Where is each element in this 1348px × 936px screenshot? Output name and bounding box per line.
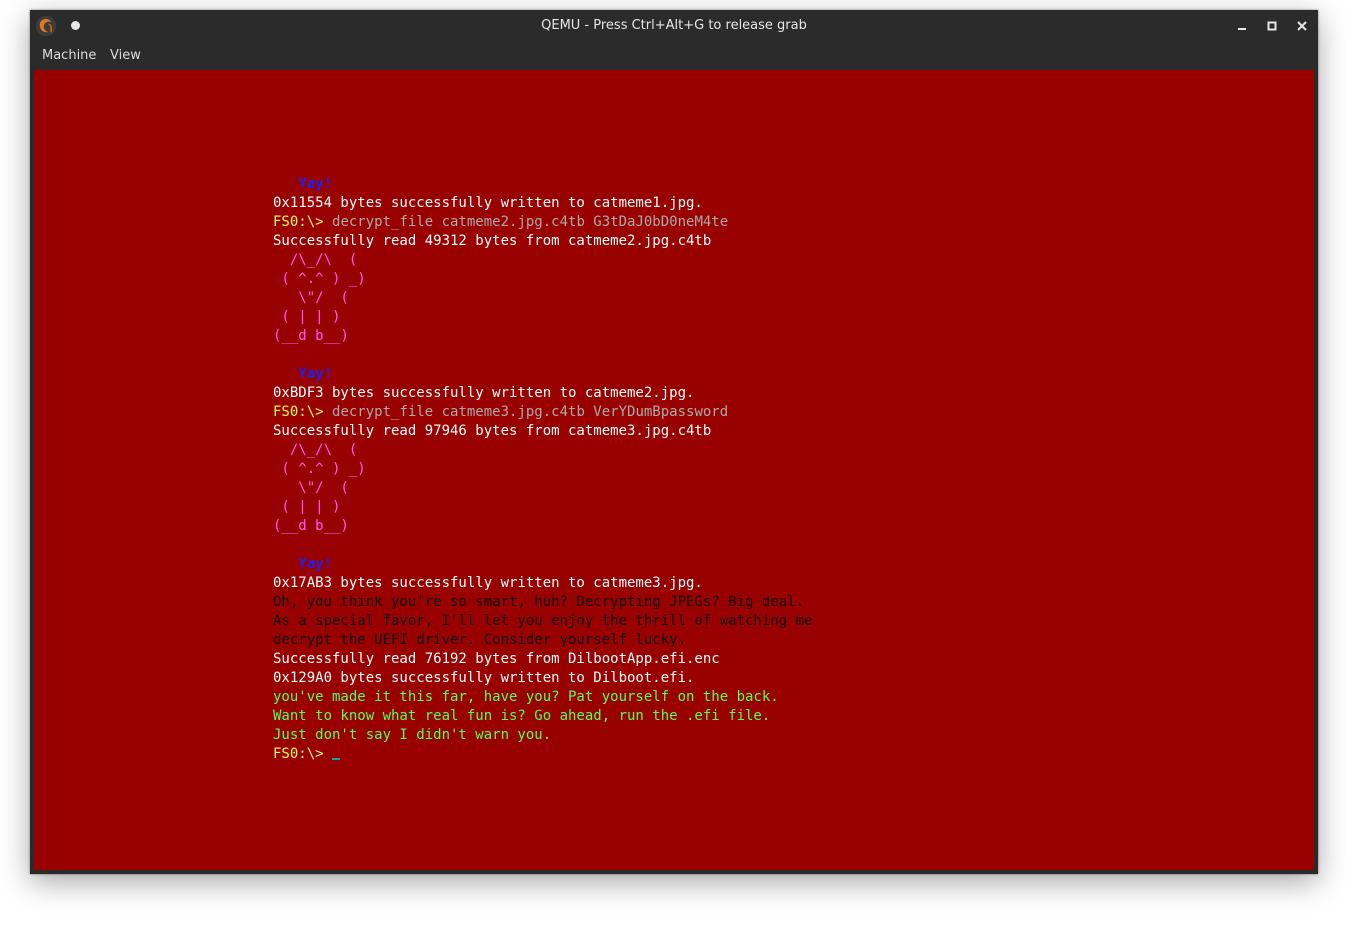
terminal-text: ( | | )	[273, 309, 341, 325]
terminal-line: Oh, you think you're so smart, huh? Decr…	[273, 593, 812, 612]
terminal-text: /\_/\ (	[273, 252, 358, 268]
terminal-text: Yay!	[273, 176, 333, 192]
terminal-line: FS0:\> decrypt_file catmeme2.jpg.c4tb G3…	[273, 213, 812, 232]
shell-prompt: FS0:\>	[273, 214, 333, 230]
terminal-text: Successfully read 49312 bytes from catme…	[273, 233, 712, 249]
minimize-button[interactable]	[1234, 18, 1250, 34]
vm-display[interactable]: Yay! 0x11554 bytes successfully written t…	[34, 70, 1314, 870]
terminal-line: Yay!	[273, 555, 812, 574]
terminal-text: Oh, you think you're so smart, huh? Decr…	[273, 594, 805, 610]
terminal-line: Successfully read 49312 bytes from catme…	[273, 232, 812, 251]
terminal-line: you've made it this far, have you? Pat y…	[273, 688, 812, 707]
title-bar[interactable]: QEMU - Press Ctrl+Alt+G to release grab	[30, 10, 1318, 42]
terminal-text: decrypt the UEFI driver. Consider yourse…	[273, 632, 687, 648]
terminal-line: (__d b__)	[273, 327, 812, 346]
terminal-text: As a special favor, I'll let you enjoy t…	[273, 613, 813, 629]
terminal-line: As a special favor, I'll let you enjoy t…	[273, 612, 812, 631]
terminal-line: decrypt the UEFI driver. Consider yourse…	[273, 631, 812, 650]
qemu-window: QEMU - Press Ctrl+Alt+G to release grab …	[30, 10, 1318, 874]
terminal-line: 0x129A0 bytes successfully written to Di…	[273, 669, 812, 688]
terminal-text: /\_/\ (	[273, 442, 358, 458]
terminal-text: (__d b__)	[273, 518, 349, 534]
terminal-text: Yay!	[273, 556, 333, 572]
terminal-text: Just don't say I didn't warn you.	[273, 727, 552, 743]
terminal-line: /\_/\ (	[273, 251, 812, 270]
terminal-line: FS0:\>	[273, 745, 812, 764]
terminal-line: Successfully read 97946 bytes from catme…	[273, 422, 812, 441]
terminal-text: (__d b__)	[273, 328, 349, 344]
shell-prompt: FS0:\>	[273, 746, 333, 762]
terminal-line: Just don't say I didn't warn you.	[273, 726, 812, 745]
terminal-text: Want to know what real fun is? Go ahead,…	[273, 708, 771, 724]
menu-bar: Machine View	[30, 42, 1318, 70]
terminal-line: (__d b__)	[273, 517, 812, 536]
close-button[interactable]	[1294, 18, 1310, 34]
maximize-button[interactable]	[1264, 18, 1280, 34]
close-icon	[1297, 21, 1307, 31]
terminal-line: 0x11554 bytes successfully written to ca…	[273, 194, 812, 213]
terminal-text: decrypt_file catmeme2.jpg.c4tb G3tDaJ0bD…	[332, 214, 729, 230]
terminal-line: Yay!	[273, 175, 812, 194]
terminal-text: decrypt_file catmeme3.jpg.c4tb VerYDumBp…	[332, 404, 729, 420]
shell-prompt: FS0:\>	[273, 404, 333, 420]
terminal-text: Yay!	[273, 366, 333, 382]
menu-view[interactable]: View	[110, 48, 141, 63]
terminal-text: \"/ (	[273, 480, 349, 496]
menu-machine[interactable]: Machine	[42, 48, 96, 63]
terminal-text: \"/ (	[273, 290, 349, 306]
terminal-line: /\_/\ (	[273, 441, 812, 460]
terminal-text: Successfully read 76192 bytes from Dilbo…	[273, 651, 720, 667]
terminal-line: ( ^.^ ) _)	[273, 460, 812, 479]
terminal-text: 0x17AB3 bytes successfully written to ca…	[273, 575, 703, 591]
text-cursor[interactable]	[332, 758, 341, 760]
terminal-text: ( ^.^ ) _)	[273, 271, 366, 287]
terminal-text: ( | | )	[273, 499, 341, 515]
terminal-line: ( ^.^ ) _)	[273, 270, 812, 289]
terminal-text: 0x129A0 bytes successfully written to Di…	[273, 670, 695, 686]
terminal-line: 0xBDF3 bytes successfully written to cat…	[273, 384, 812, 403]
terminal-line: Want to know what real fun is? Go ahead,…	[273, 707, 812, 726]
terminal-line: FS0:\> decrypt_file catmeme3.jpg.c4tb Ve…	[273, 403, 812, 422]
terminal-line: Successfully read 76192 bytes from Dilbo…	[273, 650, 812, 669]
terminal-line: \"/ (	[273, 479, 812, 498]
terminal-line: 0x17AB3 bytes successfully written to ca…	[273, 574, 812, 593]
maximize-icon	[1267, 21, 1277, 31]
terminal-text: you've made it this far, have you? Pat y…	[273, 689, 779, 705]
terminal-text: 0x11554 bytes successfully written to ca…	[273, 195, 703, 211]
terminal-text: Successfully read 97946 bytes from catme…	[273, 423, 712, 439]
minimize-icon	[1238, 28, 1246, 30]
window-title: QEMU - Press Ctrl+Alt+G to release grab	[541, 18, 807, 33]
terminal-line: ( | | )	[273, 308, 812, 327]
terminal-line: Yay!	[273, 365, 812, 384]
terminal-line: ( | | )	[273, 498, 812, 517]
terminal-line: \"/ (	[273, 289, 812, 308]
terminal-text: 0xBDF3 bytes successfully written to cat…	[273, 385, 695, 401]
terminal-text: ( ^.^ ) _)	[273, 461, 366, 477]
uefi-shell-output: Yay! 0x11554 bytes successfully written t…	[273, 175, 812, 764]
